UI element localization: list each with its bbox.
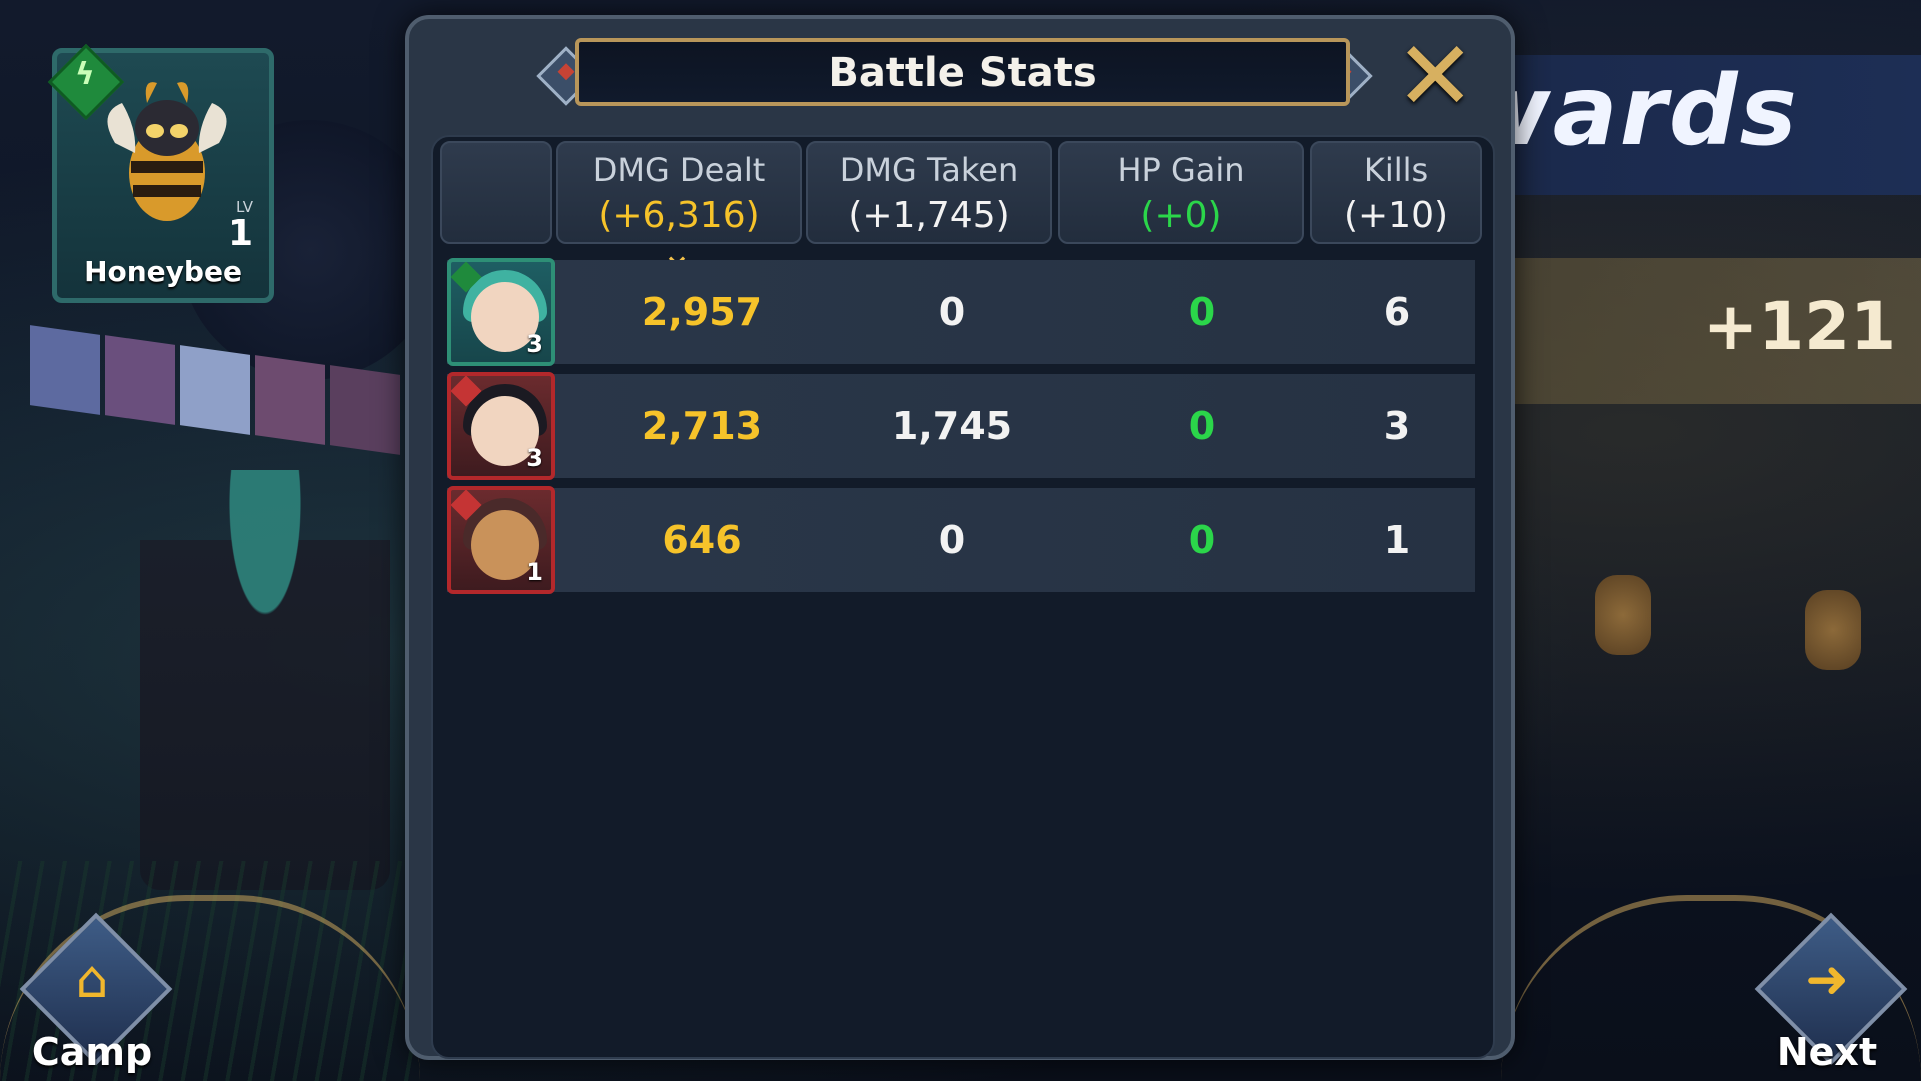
hero-avatar[interactable]: 3 bbox=[447, 258, 555, 366]
header-label: DMG Taken bbox=[839, 151, 1019, 189]
kills-value: 3 bbox=[1383, 404, 1411, 448]
header-dmg-taken[interactable]: DMG Taken (+1,745) bbox=[806, 141, 1052, 244]
camp-button[interactable]: ⌂ Camp bbox=[19, 912, 173, 1074]
header-hp-gain[interactable]: HP Gain (+0) bbox=[1058, 141, 1304, 244]
hero-card[interactable]: ϟ LV 1 Honeybee bbox=[47, 43, 274, 303]
lantern bbox=[1805, 590, 1861, 670]
prayer-flags bbox=[10, 325, 430, 455]
header-label: Kills bbox=[1363, 151, 1429, 189]
avatar-star: 1 bbox=[526, 558, 543, 586]
header-label: HP Gain bbox=[1117, 151, 1245, 189]
header-total: (+6,316) bbox=[598, 195, 760, 236]
hp-gain-value: 0 bbox=[1188, 518, 1216, 562]
dmg-taken-value: 1,745 bbox=[891, 404, 1013, 448]
house-icon: ⌂ bbox=[75, 950, 109, 1010]
title-bar: Battle Stats bbox=[575, 38, 1350, 106]
table-row: 1 646 0 0 1 bbox=[447, 486, 1475, 594]
header-kills[interactable]: Kills (+10) bbox=[1310, 141, 1482, 244]
lantern bbox=[1595, 575, 1651, 655]
dmg-dealt-value: 2,957 bbox=[641, 290, 763, 334]
next-label: Next bbox=[1776, 1030, 1878, 1074]
arrow-right-icon: ➜ bbox=[1805, 950, 1849, 1010]
dmg-taken-value: 0 bbox=[938, 518, 966, 562]
hero-avatar[interactable]: 3 bbox=[447, 372, 555, 480]
header-label: DMG Dealt bbox=[592, 151, 766, 189]
next-button[interactable]: ➜ Next bbox=[1754, 912, 1908, 1074]
header-portrait-column bbox=[440, 141, 552, 244]
kills-value: 1 bbox=[1383, 518, 1411, 562]
hp-gain-value: 0 bbox=[1188, 404, 1216, 448]
avatar-star: 3 bbox=[526, 444, 543, 472]
table-row: 3 2,713 1,745 0 3 bbox=[447, 372, 1475, 480]
header-total: (+10) bbox=[1343, 195, 1449, 236]
hero-avatar[interactable]: 1 bbox=[447, 486, 555, 594]
header-total: (+0) bbox=[1140, 195, 1222, 236]
reward-value: +121 bbox=[1702, 288, 1896, 365]
kills-value: 6 bbox=[1383, 290, 1411, 334]
header-dmg-dealt[interactable]: DMG Dealt (+6,316) bbox=[556, 141, 802, 244]
dmg-dealt-value: 646 bbox=[662, 518, 742, 562]
hero-character-model bbox=[140, 470, 390, 890]
dmg-dealt-value: 2,713 bbox=[641, 404, 763, 448]
hero-level: 1 bbox=[227, 213, 253, 254]
close-x-icon[interactable]: ✕ bbox=[1395, 28, 1475, 124]
avatar-star: 3 bbox=[526, 330, 543, 358]
camp-label: Camp bbox=[31, 1030, 153, 1074]
hp-gain-value: 0 bbox=[1188, 290, 1216, 334]
table-row: 3 2,957 0 0 6 bbox=[447, 258, 1475, 366]
reward-row: +121 bbox=[1500, 258, 1921, 404]
header-total: (+1,745) bbox=[848, 195, 1010, 236]
honeybee-portrait bbox=[107, 82, 227, 221]
dmg-taken-value: 0 bbox=[938, 290, 966, 334]
dialog-title: Battle Stats bbox=[828, 50, 1097, 96]
hero-name: Honeybee bbox=[84, 255, 242, 288]
